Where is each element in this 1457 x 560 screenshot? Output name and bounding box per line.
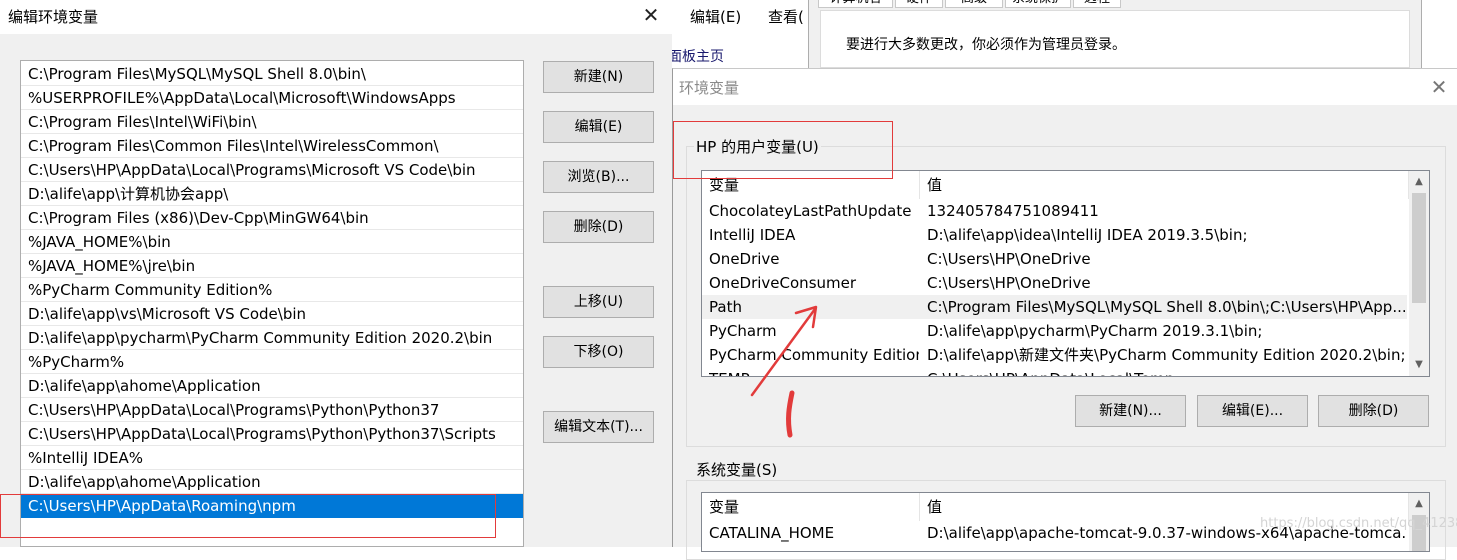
variable-name: CATALINA_HOME	[709, 524, 835, 542]
menu-view[interactable]: 查看(	[768, 6, 804, 27]
admin-note-text: 要进行大多数更改，你必须作为管理员登录。	[846, 37, 1126, 53]
table-row[interactable]: OneDrive C:\Users\HP\OneDrive	[702, 247, 1407, 271]
user-table-scrollbar[interactable]: ▲ ▼	[1409, 171, 1429, 376]
delete-user-var-button[interactable]: 删除(D)	[1318, 395, 1429, 427]
variable-name: IntelliJ IDEA	[709, 226, 796, 244]
variable-value: 132405784751089411	[927, 202, 1099, 220]
browse-button[interactable]: 浏览(B)...	[543, 161, 654, 193]
path-list-item[interactable]: C:\Program Files\MySQL\MySQL Shell 8.0\b…	[21, 62, 523, 86]
table-row[interactable]: IntelliJ IDEA D:\alife\app\idea\IntelliJ …	[702, 223, 1407, 247]
table-row[interactable]: ChocolateyLastPathUpdate 1324057847510894…	[702, 199, 1407, 223]
path-list-item[interactable]: %USERPROFILE%\AppData\Local\Microsoft\Wi…	[21, 86, 523, 110]
new-path-button[interactable]: 新建(N)	[543, 61, 654, 93]
path-list-item[interactable]: %JAVA_HOME%\bin	[21, 230, 523, 254]
path-list-item[interactable]: C:\Program Files\Intel\WiFi\bin\	[21, 110, 523, 134]
variable-value: D:\alife\app\idea\IntelliJ IDEA 2019.3.5…	[927, 226, 1248, 244]
path-list-item[interactable]: C:\Users\HP\AppData\Local\Programs\Micro…	[21, 158, 523, 182]
tab-remote[interactable]: 远程	[1073, 0, 1121, 8]
tab-hardware[interactable]: 硬件	[895, 0, 943, 8]
annotation-box-user-vars	[673, 121, 893, 179]
path-list-item[interactable]: D:\alife\app\pycharm\PyCharm Community E…	[21, 326, 523, 350]
edit-user-var-button[interactable]: 编辑(E)...	[1197, 395, 1308, 427]
move-down-button[interactable]: 下移(O)	[543, 336, 654, 368]
edit-dialog-title: 编辑环境变量	[8, 8, 99, 26]
variable-name: OneDrive	[709, 250, 780, 268]
path-list-item[interactable]: D:\alife\app\计算机协会app\	[21, 182, 523, 206]
variable-value: C:\Users\HP\AppData\Local\Temp	[927, 367, 1405, 376]
variable-name: OneDriveConsumer	[709, 274, 857, 292]
annotation-arrow	[750, 305, 818, 438]
control-panel-home-link[interactable]: 面板主页	[668, 46, 724, 66]
scroll-up-icon[interactable]: ▲	[1409, 495, 1429, 513]
path-list-item[interactable]: %IntelliJ IDEA%	[21, 446, 523, 470]
env-dialog-titlebar	[673, 69, 1457, 105]
close-icon[interactable]: ✕	[1428, 76, 1450, 98]
variable-value: D:\alife\app\新建文件夹\PyCharm Community Edi…	[927, 346, 1405, 364]
annotation-box-npm-path	[0, 494, 496, 538]
path-list-item[interactable]: C:\Users\HP\AppData\Local\Programs\Pytho…	[21, 398, 523, 422]
move-up-button[interactable]: 上移(U)	[543, 286, 654, 318]
env-dialog-title: 环境变量	[679, 79, 740, 97]
path-list-item[interactable]: %PyCharm%	[21, 350, 523, 374]
variable-value: C:\Program Files\MySQL\MySQL Shell 8.0\b…	[927, 298, 1405, 316]
variable-name: ChocolateyLastPathUpdate	[709, 202, 912, 220]
scroll-up-icon[interactable]: ▲	[1409, 173, 1429, 191]
column-header-value[interactable]: 值	[920, 171, 1409, 199]
variable-value: D:\alife\app\pycharm\PyCharm 2019.3.1\bi…	[927, 322, 1263, 340]
edit-dialog-titlebar	[0, 0, 672, 34]
path-list-item[interactable]: C:\Program Files\Common Files\Intel\Wire…	[21, 134, 523, 158]
scroll-down-icon[interactable]: ▼	[1409, 356, 1429, 374]
path-list-item[interactable]: D:\alife\app\vs\Microsoft VS Code\bin	[21, 302, 523, 326]
close-icon[interactable]: ✕	[640, 4, 662, 26]
watermark: https://blog.csdn.net/qq_41238806	[1260, 516, 1457, 531]
path-list-item[interactable]: C:\Program Files (x86)\Dev-Cpp\MinGW64\b…	[21, 206, 523, 230]
delete-path-button[interactable]: 删除(D)	[543, 211, 654, 243]
tab-computer-name[interactable]: 计算机名	[818, 0, 893, 8]
scroll-thumb[interactable]	[1412, 193, 1426, 303]
system-variables-label: 系统变量(S)	[694, 459, 780, 480]
edit-path-button[interactable]: 编辑(E)	[543, 111, 654, 143]
table-row[interactable]: OneDriveConsumer C:\Users\HP\OneDrive	[702, 271, 1407, 295]
variable-value: C:\Users\HP\OneDrive	[927, 274, 1091, 292]
path-list-item[interactable]: C:\Users\HP\AppData\Local\Programs\Pytho…	[21, 422, 523, 446]
tab-advanced[interactable]: 高级	[945, 0, 1003, 8]
edit-text-button[interactable]: 编辑文本(T)...	[543, 411, 654, 443]
tab-system-protection[interactable]: 系统保护	[1005, 0, 1071, 8]
variable-value: C:\Users\HP\OneDrive	[927, 250, 1091, 268]
column-header-variable[interactable]: 变量	[702, 493, 920, 521]
path-list-item[interactable]: D:\alife\app\ahome\Application	[21, 470, 523, 494]
path-list-item[interactable]: %PyCharm Community Edition%	[21, 278, 523, 302]
path-list-item[interactable]: D:\alife\app\ahome\Application	[21, 374, 523, 398]
menu-edit[interactable]: 编辑(E)	[690, 6, 741, 27]
path-entries-list[interactable]: C:\Program Files\MySQL\MySQL Shell 8.0\b…	[20, 60, 524, 547]
path-list-item[interactable]: %JAVA_HOME%\jre\bin	[21, 254, 523, 278]
new-user-var-button[interactable]: 新建(N)...	[1075, 395, 1186, 427]
